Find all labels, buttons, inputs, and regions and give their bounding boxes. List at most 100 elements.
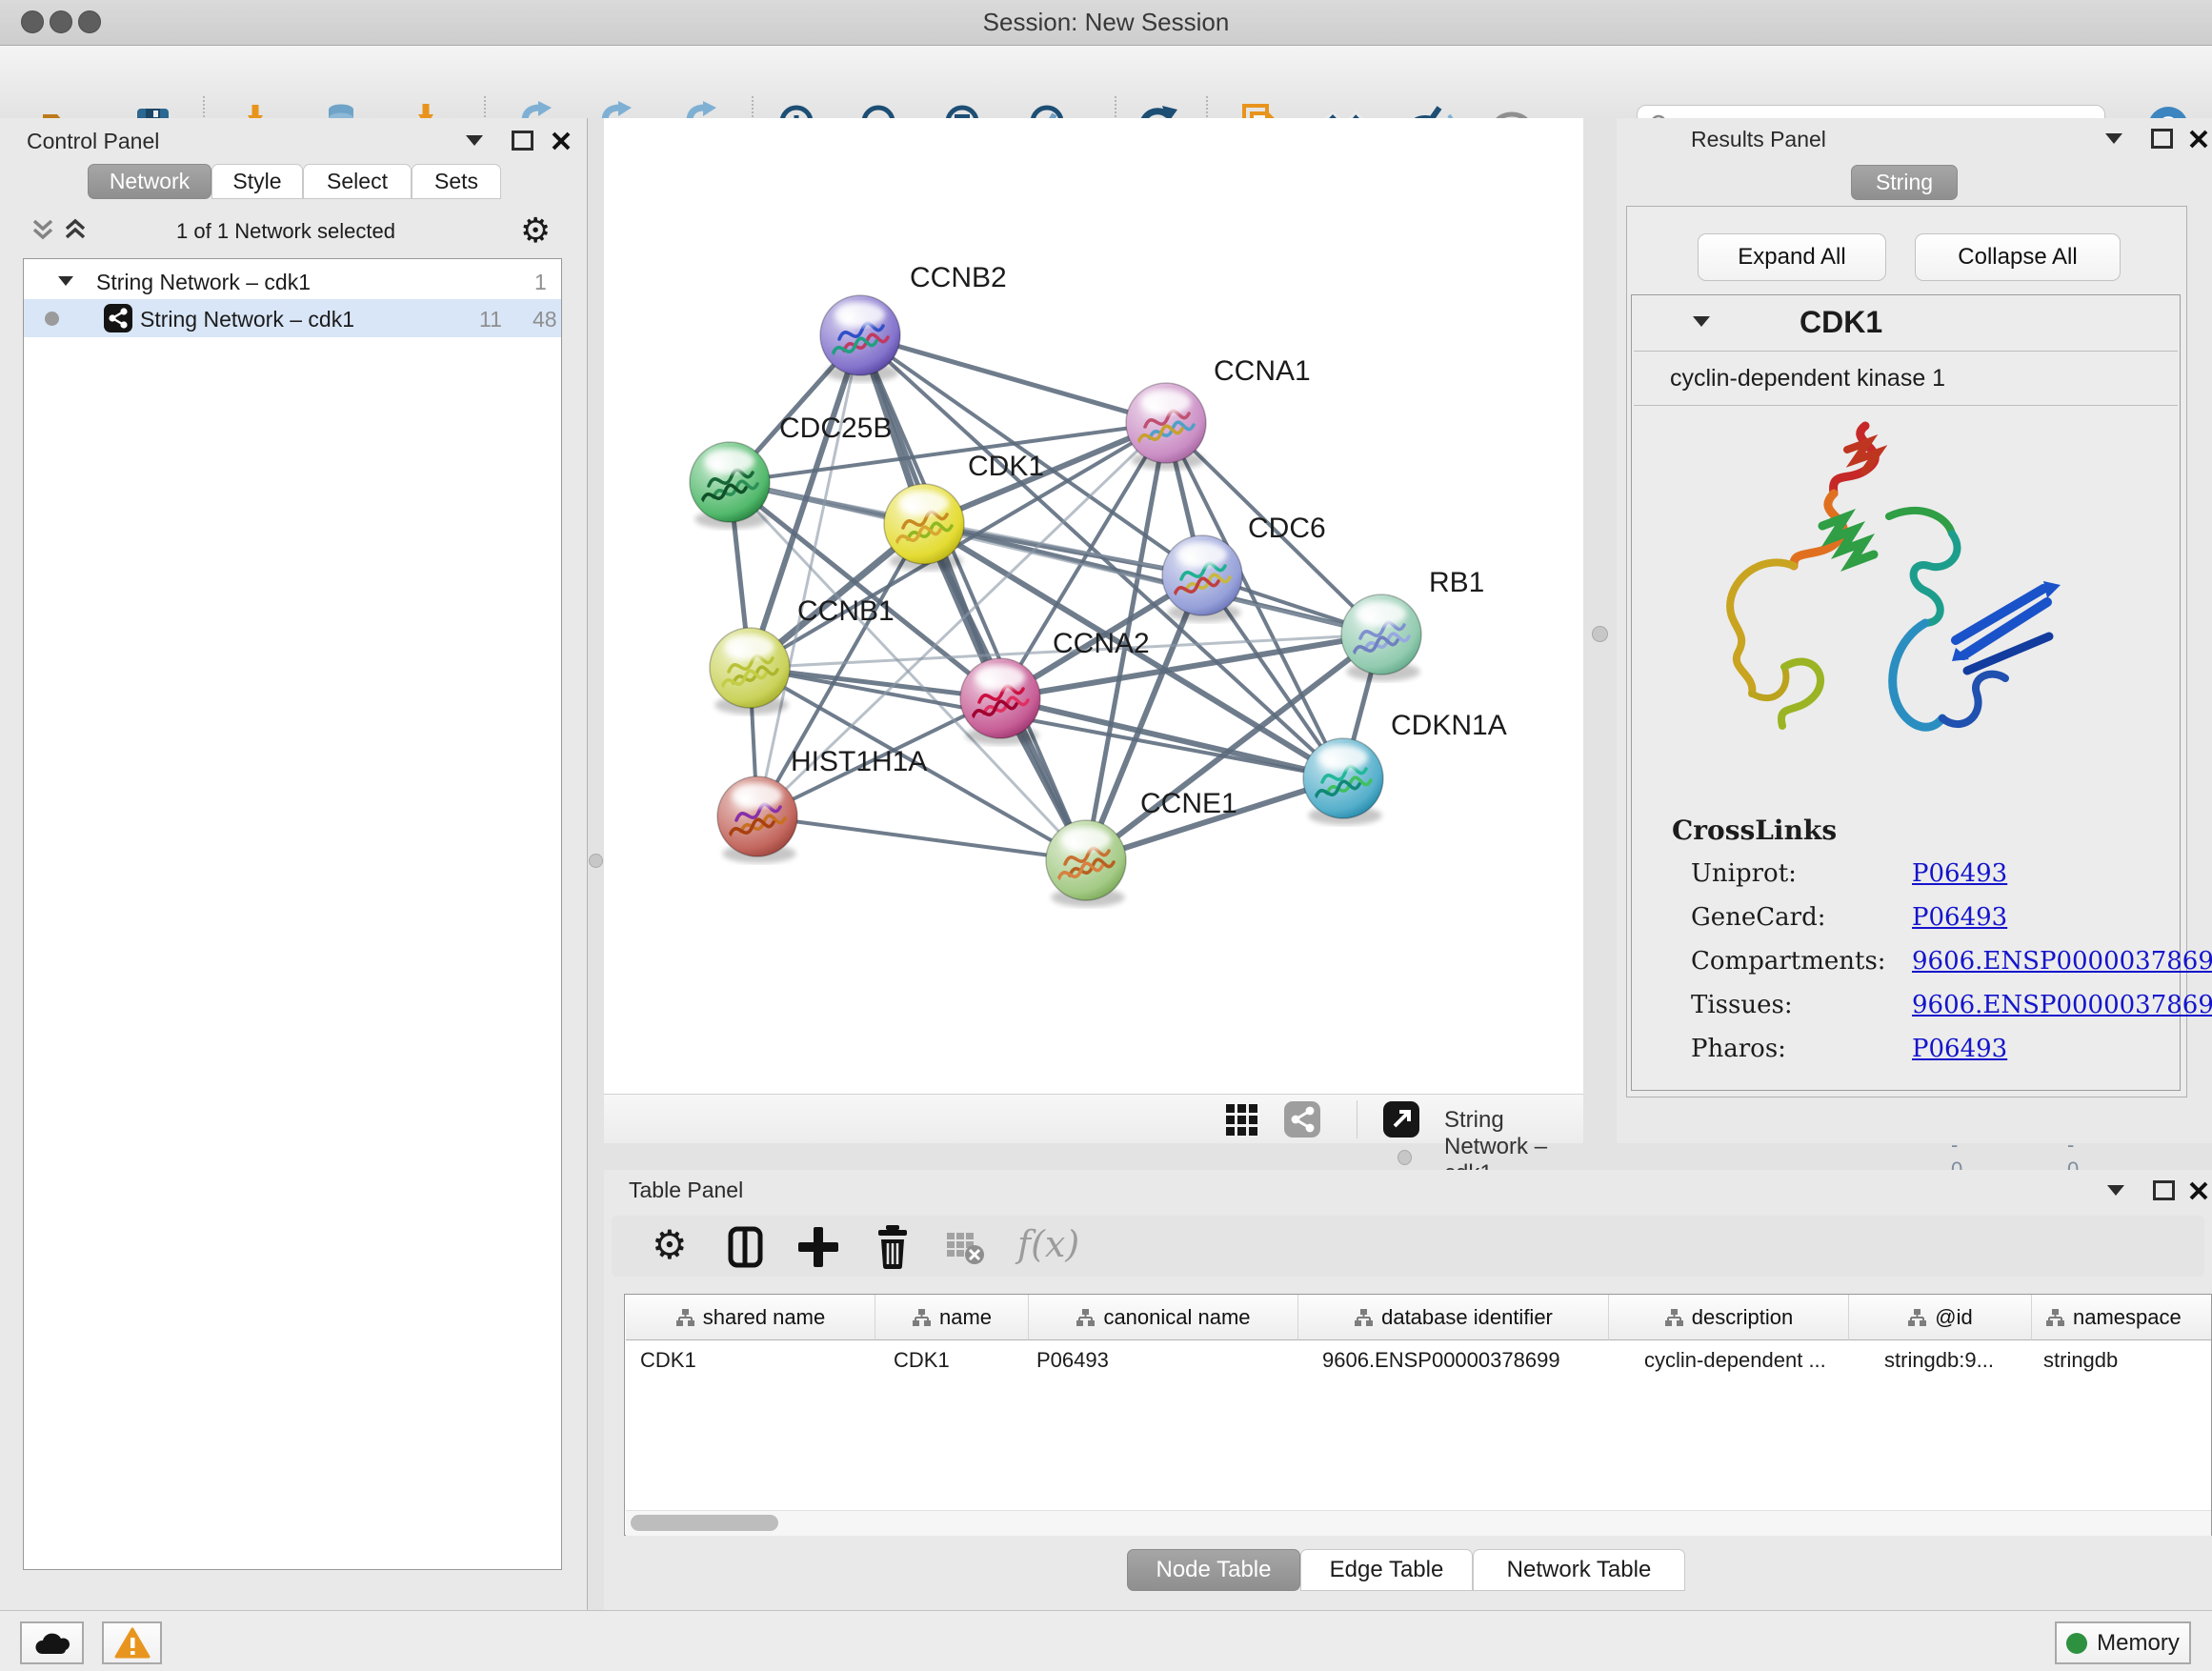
network-options-gear-icon[interactable]: ⚙ [520,211,551,251]
add-column-icon[interactable] [796,1225,840,1269]
results-panel-float-icon[interactable] [2151,129,2173,149]
grid-view-icon[interactable] [1225,1103,1257,1136]
gene-description: cyclin-dependent kinase 1 [1670,365,1945,393]
table-scrollbar-thumb[interactable] [631,1515,778,1531]
results-panel-menu-icon[interactable] [2105,133,2122,144]
results-panel: Results Panel String Expand All Collapse… [1617,118,2212,1143]
column-type-icon [1907,1308,1926,1327]
crosslink-label: Uniprot: [1691,859,1797,888]
network-node-CDKN1A[interactable]: CDKN1A [1303,710,1507,825]
tab-network-table[interactable]: Network Table [1473,1549,1685,1591]
table-panel-float-icon[interactable] [2153,1180,2175,1200]
expand-all-networks-icon[interactable] [63,217,88,246]
column-header-name[interactable]: name [875,1295,1029,1340]
table-cell[interactable]: 9606.ENSP00000378699 [1298,1342,1631,1379]
network-canvas[interactable]: CCNB2CCNA1CDC25BCDK1CDC6RB1CCNB1CCNA2CDK… [604,118,1583,1094]
table-cell[interactable]: P06493 [1029,1342,1304,1379]
network-node-HIST1H1A[interactable]: HIST1H1A [717,746,927,863]
tab-network[interactable]: Network [88,164,211,199]
network-node-RB1[interactable]: RB1 [1341,567,1484,681]
network-edge[interactable] [730,482,1202,575]
collapse-all-networks-icon[interactable] [30,217,55,246]
table-toolbar: ⚙ f(x) [612,1216,2204,1277]
control-panel-float-icon[interactable] [512,131,533,151]
results-panel-title: Results Panel [1691,127,1826,152]
crosslink-link[interactable]: P06493 [1912,1035,2007,1063]
table-cell[interactable]: cyclin-dependent ... [1609,1342,1882,1379]
delete-column-icon[interactable] [871,1223,915,1269]
control-panel-menu-icon[interactable] [466,135,483,146]
tab-style[interactable]: Style [211,164,303,199]
table-panel-close-icon[interactable] [2187,1179,2210,1202]
crosslink-link[interactable]: P06493 [1912,859,2007,888]
node-label-HIST1H1A: HIST1H1A [791,746,927,777]
column-header-canonical-name[interactable]: canonical name [1029,1295,1298,1340]
detach-view-icon[interactable] [1383,1101,1419,1137]
memory-status-dot [2066,1633,2087,1654]
node-label-CCNB1: CCNB1 [797,595,895,627]
table-settings-gear-icon[interactable]: ⚙ [652,1221,688,1268]
column-header-description[interactable]: description [1609,1295,1849,1340]
right-splitter-handle[interactable] [1592,626,1608,642]
table-cell[interactable]: CDK1 [626,1342,888,1379]
expand-all-button[interactable]: Expand All [1698,233,1886,281]
column-type-icon [1664,1308,1683,1327]
left-splitter-handle[interactable] [589,854,603,868]
network-edge[interactable] [1000,698,1343,778]
table-horizontal-scrollbar[interactable] [626,1510,2211,1536]
tab-select[interactable]: Select [303,164,412,199]
column-header-shared-name[interactable]: shared name [626,1295,875,1340]
function-builder-icon[interactable]: f(x) [1017,1223,1079,1265]
bottom-splitter-handle[interactable] [1398,1150,1412,1165]
column-header-database-identifier[interactable]: database identifier [1298,1295,1609,1340]
node-label-CDC25B: CDC25B [779,413,892,444]
network-node-CDC6[interactable]: CDC6 [1162,513,1326,622]
table-cell[interactable]: CDK1 [875,1342,1045,1379]
current-network-dot-icon [45,312,59,326]
crosslink-link[interactable]: P06493 [1912,903,2007,932]
crosslink-row: GeneCard: P06493 [1691,903,1826,932]
table-panel-menu-icon[interactable] [2107,1185,2124,1196]
tab-node-table[interactable]: Node Table [1127,1549,1300,1591]
network-graph[interactable]: CCNB2CCNA1CDC25BCDK1CDC6RB1CCNB1CCNA2CDK… [604,118,1583,1094]
node-label-CCNE1: CCNE1 [1140,788,1237,819]
bottom-splitter[interactable] [604,1143,2212,1170]
crosslink-link[interactable]: 9606.ENSP00000378699 [1912,991,2212,1019]
cloud-status-button[interactable] [20,1621,84,1664]
network-node-CCNB2[interactable]: CCNB2 [820,262,1007,382]
memory-button[interactable]: Memory [2055,1621,2191,1664]
show-columns-icon[interactable] [724,1225,768,1269]
node-label-CCNB2: CCNB2 [910,262,1007,293]
gene-symbol: CDK1 [1800,305,1882,340]
column-header-id[interactable]: @id [1849,1295,2032,1340]
clear-table-icon[interactable] [945,1229,989,1267]
warnings-button[interactable] [102,1621,162,1664]
collection-name: String Network – cdk1 [96,270,311,295]
tab-string[interactable]: String [1851,165,1958,200]
node-label-CCNA1: CCNA1 [1214,355,1311,387]
right-splitter[interactable] [1583,118,1617,1143]
network-row-selected[interactable]: String Network – cdk1 11 48 [24,299,561,337]
collapse-all-button[interactable]: Collapse All [1915,233,2121,281]
column-type-icon [1354,1308,1373,1327]
network-list: String Network – cdk1 1 String Network –… [23,258,562,1570]
collection-expand-icon[interactable] [58,276,73,286]
network-node-CCNA1[interactable]: CCNA1 [1126,355,1311,470]
network-collection-row[interactable]: String Network – cdk1 1 [24,263,561,301]
control-panel-close-icon[interactable] [550,130,573,152]
table-cell[interactable]: stringdb [2032,1342,2212,1379]
column-header-namespace[interactable]: namespace [2032,1295,2211,1340]
crosslink-link[interactable]: 9606.ENSP00000378699 [1912,947,2212,976]
collection-count: 1 [534,270,547,295]
gene-collapse-icon[interactable] [1693,316,1710,327]
network-node-CCNE1[interactable]: CCNE1 [1046,788,1237,907]
network-edge[interactable] [757,816,1086,860]
results-panel-close-icon[interactable] [2187,128,2210,151]
crosslink-label: Compartments: [1691,947,1886,976]
application-window: Session: New Session [0,0,2212,1671]
network-share-view-icon[interactable] [1284,1101,1320,1137]
left-splitter[interactable] [588,118,604,1610]
tab-edge-table[interactable]: Edge Table [1300,1549,1473,1591]
window-title: Session: New Session [0,0,2212,45]
tab-sets[interactable]: Sets [412,164,501,199]
